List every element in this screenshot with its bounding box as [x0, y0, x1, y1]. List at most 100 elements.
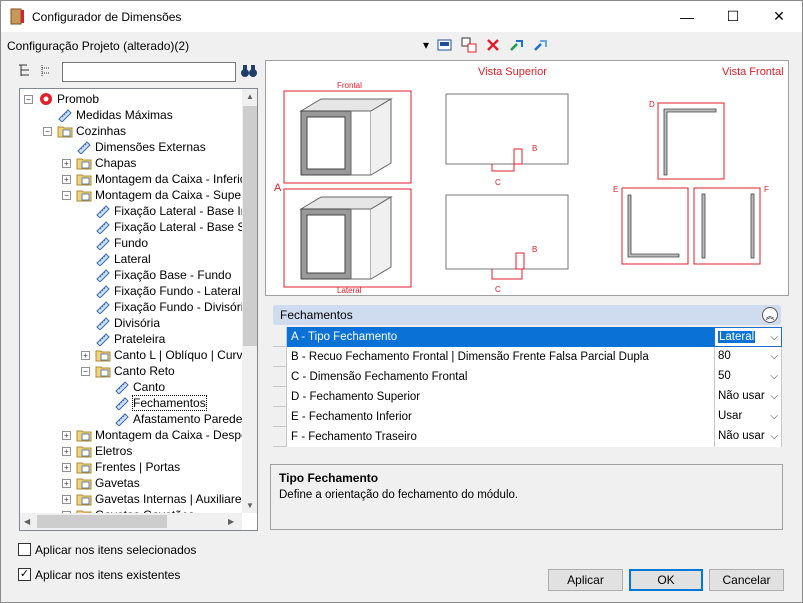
minimize-button[interactable]: —	[664, 1, 710, 32]
tree-item[interactable]: Lateral	[95, 251, 151, 267]
tree-horizontal-scrollbar[interactable]: ◀ ▶	[20, 513, 242, 530]
tree-item[interactable]: Frentes | Portas	[76, 459, 180, 475]
tree-item[interactable]: Dimensões Externas	[76, 139, 206, 155]
close-button[interactable]: ✕	[756, 1, 802, 32]
tree-item[interactable]: Promob	[38, 91, 99, 107]
property-row[interactable]: B - Recuo Fechamento Frontal | Dimensão …	[273, 347, 782, 367]
property-name[interactable]: F - Fechamento Traseiro	[286, 427, 714, 447]
property-value-dropdown[interactable]: 80 ⌵	[714, 347, 782, 367]
property-value-dropdown[interactable]: 50 ⌵	[714, 367, 782, 387]
tree-item[interactable]: Chapas	[76, 155, 136, 171]
tree-item[interactable]: Afastamento Parede	[114, 411, 242, 427]
folder-icon	[57, 124, 73, 138]
vertical-scroll-thumb[interactable]	[243, 106, 257, 346]
tree-item[interactable]: Fixação Base - Fundo	[95, 267, 231, 283]
property-value-dropdown[interactable]: Não usar ⌵	[714, 427, 782, 447]
tree-item[interactable]: Divisória	[95, 315, 160, 331]
property-row[interactable]: F - Fechamento Traseiro Não usar ⌵	[273, 427, 782, 447]
tree-expander-icon[interactable]: +	[62, 495, 71, 504]
tree-search-input[interactable]	[62, 62, 236, 82]
tree-expander-icon[interactable]: +	[62, 463, 71, 472]
tree-item-label: Cozinhas	[76, 124, 127, 138]
tree-item[interactable]: Canto Reto	[95, 363, 175, 379]
property-name[interactable]: B - Recuo Fechamento Frontal | Dimensão …	[286, 347, 714, 367]
scroll-up-icon[interactable]: ▲	[246, 92, 254, 101]
chevron-down-icon[interactable]: ⌵	[770, 371, 778, 382]
chevron-down-icon[interactable]: ⌵	[770, 391, 778, 402]
tree-item[interactable]: Fundo	[95, 235, 148, 251]
property-name[interactable]: C - Dimensão Fechamento Frontal	[286, 367, 714, 387]
property-name[interactable]: E - Fechamento Inferior	[286, 407, 714, 427]
tree-expander-icon[interactable]: −	[81, 367, 90, 376]
tree-item-label: Fixação Lateral - Base Inferior	[114, 204, 242, 218]
tree-item[interactable]: Canto L | Oblíquo | Curvo	[95, 347, 242, 363]
tree-item[interactable]: Fechamentos	[114, 395, 207, 411]
delete-icon[interactable]	[484, 37, 502, 53]
export-icon[interactable]	[532, 37, 550, 53]
property-value-dropdown[interactable]: Usar ⌵	[714, 407, 782, 427]
tree-expander-icon[interactable]: +	[62, 431, 71, 440]
tree-item[interactable]: Prateleira	[95, 331, 165, 347]
tree-item[interactable]: Eletros	[76, 443, 132, 459]
tree-expander-icon[interactable]: −	[24, 95, 33, 104]
apply-existing-checkbox[interactable]: ✓	[18, 568, 31, 581]
configuration-tree[interactable]: − Promob Medidas Máximas − Cozinhas Dimensões…	[19, 88, 258, 531]
ruler-icon	[114, 380, 130, 394]
dropdown-arrow-icon[interactable]: ▾	[422, 37, 430, 53]
tree-item[interactable]: Fixação Fundo - Lateral	[95, 283, 241, 299]
tree-expander-icon[interactable]: −	[62, 191, 71, 200]
apply-button[interactable]: Aplicar	[548, 569, 623, 591]
scroll-down-icon[interactable]: ▼	[246, 501, 254, 510]
tree-item[interactable]: Gavetas Internas | Auxiliares	[76, 491, 242, 507]
tree-item[interactable]: Montagem da Caixa - Superior	[76, 187, 242, 203]
chevron-down-icon[interactable]: ⌵	[770, 411, 778, 422]
tree-item[interactable]: Montagem da Caixa - Despenseiro	[76, 427, 242, 443]
tree-item[interactable]: Fixação Lateral - Base Superior	[95, 219, 242, 235]
property-value-dropdown[interactable]: Lateral ⌵	[714, 327, 782, 347]
apply-selected-checkbox[interactable]	[18, 543, 31, 556]
tree-item[interactable]: Fixação Fundo - Divisória	[95, 299, 242, 315]
property-row[interactable]: D - Fechamento Superior Não usar ⌵	[273, 387, 782, 407]
maximize-button[interactable]: ☐	[710, 1, 756, 32]
tree-expander-icon[interactable]: +	[62, 479, 71, 488]
section-header-fechamentos[interactable]: Fechamentos ︽	[273, 305, 781, 325]
tree-expander-icon[interactable]: −	[43, 127, 52, 136]
copy-config-icon[interactable]	[460, 37, 478, 53]
cancel-button[interactable]: Cancelar	[709, 569, 784, 591]
tree-expander-icon[interactable]: +	[81, 351, 90, 360]
property-name[interactable]: D - Fechamento Superior	[286, 387, 714, 407]
tree-item[interactable]: Medidas Máximas	[57, 107, 173, 123]
tree-vertical-scrollbar[interactable]: ▲ ▼	[242, 89, 257, 513]
tree-expander-icon[interactable]: +	[62, 175, 71, 184]
property-row[interactable]: C - Dimensão Fechamento Frontal 50 ⌵	[273, 367, 782, 387]
chevron-down-icon[interactable]: ⌵	[770, 431, 778, 442]
tree-item[interactable]: Canto	[114, 379, 165, 395]
property-row[interactable]: A - Tipo Fechamento Lateral ⌵	[273, 327, 782, 347]
collapse-section-icon[interactable]: ︽	[762, 307, 778, 323]
chevron-down-icon[interactable]: ⌵	[770, 332, 778, 343]
tree-item[interactable]: Montagem da Caixa - Inferior	[76, 171, 242, 187]
ok-button[interactable]: OK	[629, 569, 703, 591]
import-icon[interactable]	[508, 37, 526, 53]
save-config-icon[interactable]	[436, 37, 454, 53]
property-name[interactable]: A - Tipo Fechamento	[286, 327, 714, 347]
tree-item[interactable]: Cozinhas	[57, 123, 126, 139]
horizontal-scroll-thumb[interactable]	[37, 515, 167, 528]
title-bar: Configurador de Dimensões — ☐ ✕	[1, 1, 802, 32]
folder-icon	[76, 172, 92, 186]
tree-item[interactable]: Fixação Lateral - Base Inferior	[95, 203, 242, 219]
tree-expander-icon[interactable]: +	[62, 447, 71, 456]
tree-item[interactable]: Gavetas	[76, 475, 140, 491]
top-closure-shape	[663, 108, 717, 176]
property-row[interactable]: E - Fechamento Inferior Usar ⌵	[273, 407, 782, 427]
front-closure-2	[491, 269, 523, 280]
scroll-left-icon[interactable]: ◀	[24, 517, 30, 526]
collapse-all-icon[interactable]	[39, 63, 55, 79]
scroll-right-icon[interactable]: ▶	[228, 517, 234, 526]
tree-expander-icon[interactable]: +	[62, 159, 71, 168]
binoculars-icon[interactable]	[240, 63, 258, 79]
ruler-icon	[95, 332, 111, 346]
property-value-dropdown[interactable]: Não usar ⌵	[714, 387, 782, 407]
expand-all-icon[interactable]	[17, 63, 33, 79]
chevron-down-icon[interactable]: ⌵	[770, 351, 778, 362]
